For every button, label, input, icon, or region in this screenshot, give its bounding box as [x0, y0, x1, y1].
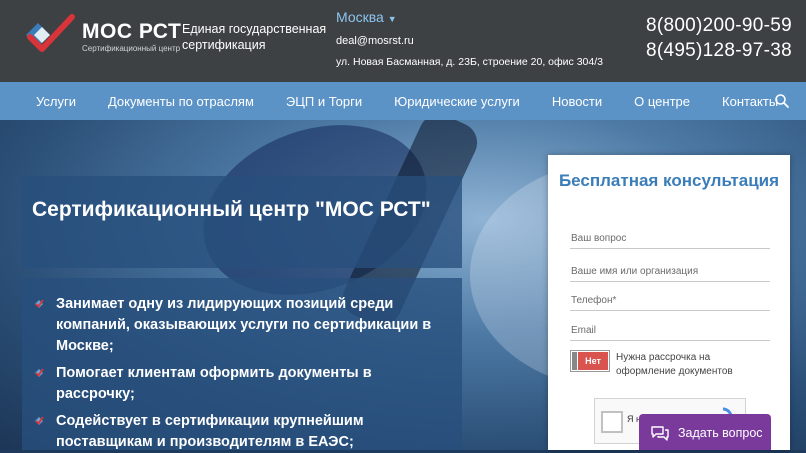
question-input[interactable] — [570, 228, 770, 249]
toggle-state-label: Нет — [578, 352, 608, 370]
nav-item-documents[interactable]: Документы по отраслям — [92, 94, 270, 109]
form-title: Бесплатная консультация — [558, 171, 780, 190]
check-bullet-icon — [35, 416, 44, 425]
name-input[interactable] — [570, 261, 770, 282]
chat-bubble-icon — [651, 426, 669, 441]
installment-toggle[interactable]: Нет — [570, 350, 610, 372]
ask-question-label: Задать вопрос — [678, 426, 763, 440]
nav-item-eds[interactable]: ЭЦП и Торги — [270, 94, 378, 109]
list-item: Помогает клиентам оформить документы в р… — [22, 363, 446, 405]
hero-points-list: Занимает одну из лидирующих позиций сред… — [22, 278, 462, 453]
main-nav: Услуги Документы по отраслям ЭЦП и Торги… — [0, 82, 806, 120]
recaptcha-checkbox[interactable] — [601, 411, 623, 433]
chevron-down-icon: ▼ — [387, 14, 397, 24]
phone-input[interactable] — [570, 290, 770, 311]
list-item-text: Содействует в сертификации крупнейшим по… — [56, 413, 364, 450]
city-label: Москва — [336, 9, 384, 25]
address: ул. Новая Басманная, д. 23Б, строение 20… — [336, 56, 603, 68]
ask-question-button[interactable]: Задать вопрос — [639, 414, 771, 450]
list-item: Занимает одну из лидирующих позиций сред… — [22, 294, 446, 357]
list-item-text: Занимает одну из лидирующих позиций сред… — [56, 296, 432, 354]
search-icon[interactable] — [774, 93, 790, 109]
hero-title-box: Сертификационный центр "МОС РСТ" — [22, 176, 462, 268]
site-header: МОС РСТ Сертификационный центр Единая го… — [0, 0, 806, 82]
check-bullet-icon — [35, 368, 44, 377]
phone-secondary[interactable]: 8(495)128-97-38 — [646, 40, 792, 62]
brand-subtitle: Сертификационный центр — [82, 44, 181, 53]
city-selector[interactable]: Москва ▼ — [336, 9, 397, 25]
email-link[interactable]: deal@mosrst.ru — [336, 35, 414, 47]
nav-item-legal[interactable]: Юридические услуги — [378, 94, 536, 109]
hero-title: Сертификационный центр "МОС РСТ" — [32, 198, 431, 221]
phone-primary[interactable]: 8(800)200-90-59 — [646, 15, 792, 37]
hero-list-box: Занимает одну из лидирующих позиций сред… — [22, 278, 462, 450]
brand-name[interactable]: МОС РСТ — [82, 20, 181, 44]
nav-item-about[interactable]: О центре — [618, 94, 706, 109]
consultation-form: Бесплатная консультация Нет Нужна рассро… — [548, 155, 790, 450]
nav-item-news[interactable]: Новости — [536, 94, 618, 109]
installment-label: Нужна рассрочка на оформление документов — [616, 352, 733, 377]
check-bullet-icon — [35, 299, 44, 308]
toggle-knob — [572, 352, 577, 370]
nav-item-services[interactable]: Услуги — [0, 94, 92, 109]
tagline: Единая государственная сертификация — [182, 22, 327, 52]
list-item-text: Помогает клиентам оформить документы в р… — [56, 365, 372, 402]
list-item: Содействует в сертификации крупнейшим по… — [22, 411, 446, 453]
email-input[interactable] — [570, 320, 770, 341]
logo-icon[interactable] — [20, 13, 76, 55]
